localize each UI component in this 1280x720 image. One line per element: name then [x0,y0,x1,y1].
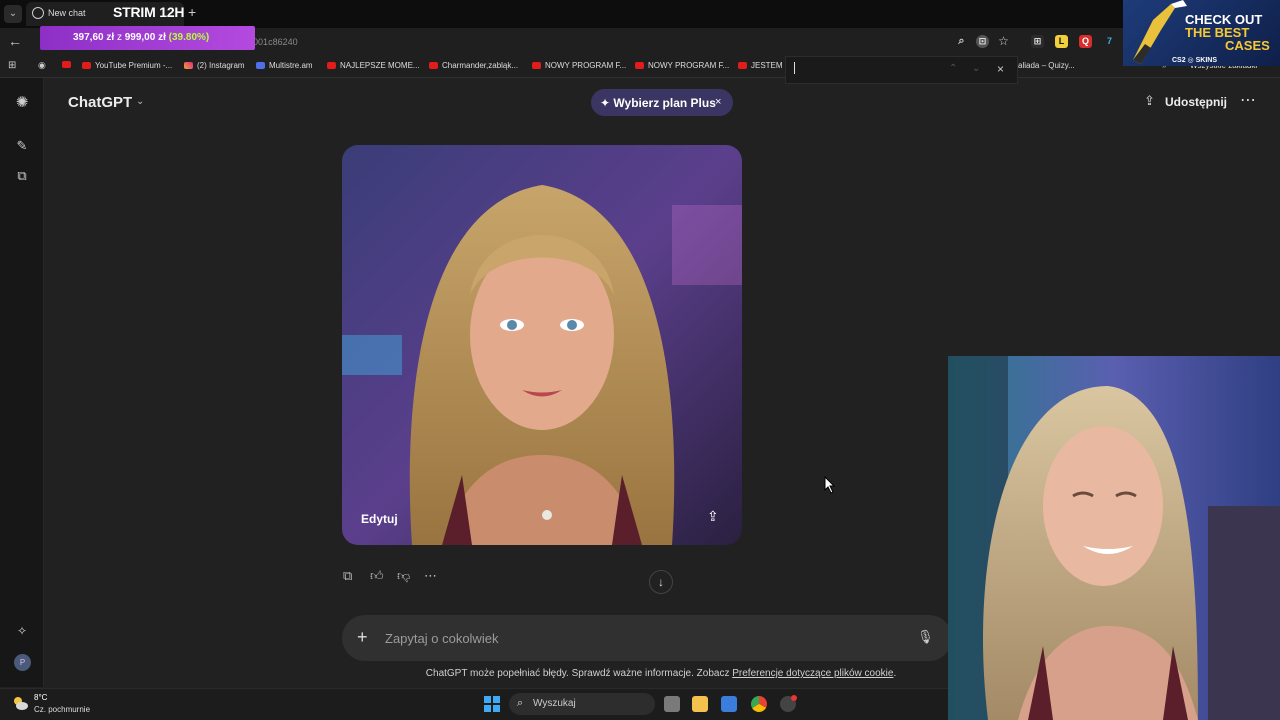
youtube-icon [635,62,644,69]
find-next-icon[interactable]: ⌄ [972,63,980,74]
windows-taskbar [0,688,948,720]
tab-title: New chat [48,8,86,18]
stream-title-overlay: STRIM 12H [113,4,185,20]
sparkle-icon: ✦ [600,96,611,110]
chatgpt-favicon-icon [32,7,44,19]
weather-temperature[interactable]: 8°C [34,693,47,702]
extension-7tv-icon[interactable]: 7 [1103,35,1116,48]
bookmark-jestem[interactable]: JESTEM D [738,61,791,70]
bookmark-icon[interactable]: ◉ [38,60,46,71]
bookmark-multistre[interactable]: Multistre.am [256,61,313,70]
copy-icon[interactable]: ⧉ [343,568,352,584]
openai-logo-icon[interactable]: ✺ [12,93,32,113]
portrait-image [342,145,742,545]
tab-list-dropdown-icon[interactable]: ⌄ [4,5,22,23]
bookmark-youtube-premium[interactable]: YouTube Premium -... [82,61,172,70]
donation-of: z [116,32,122,43]
more-options-icon[interactable]: ⋯ [1240,90,1256,110]
webcam-overlay [948,356,1280,720]
image-share-icon[interactable]: ⇪ [707,508,719,525]
bookmark-quizy[interactable]: aliada – Quizy... [1018,61,1075,70]
search-icon: ⌕ [517,697,524,709]
library-icon[interactable]: ⧉ [12,166,32,186]
prompt-input[interactable] [385,629,905,647]
new-tab-button[interactable]: + [188,4,196,20]
find-caret [794,62,795,74]
windows-start-icon[interactable] [484,696,500,712]
youtube-bookmark-icon[interactable] [62,61,71,68]
disclaimer-suffix: . [893,668,897,679]
close-plus-pill-icon[interactable]: × [715,96,721,108]
donation-percent: (39.80%) [168,32,210,43]
youtube-icon [532,62,541,69]
bookmark-instagram[interactable]: (2) Instagram [184,61,245,70]
webcam-feed-image [948,356,1280,720]
upgrade-sparkle-icon[interactable]: ✧ [12,621,32,641]
task-view-icon[interactable] [664,696,680,712]
chrome-icon[interactable] [751,696,767,712]
install-app-icon[interactable]: ⊡ [976,35,989,48]
youtube-icon [327,62,336,69]
notification-badge [791,695,797,701]
thumbs-up-icon[interactable]: 👍︎ [370,568,384,584]
back-arrow-icon[interactable]: ← [8,33,22,49]
model-selector-title[interactable]: ChatGPT [68,94,132,111]
disclaimer-text: ChatGPT może popełniać błędy. Sprawdź wa… [425,668,733,679]
thumbs-down-icon[interactable]: 👎︎ [397,568,410,584]
taskbar-search-box[interactable] [509,693,655,715]
file-explorer-icon[interactable] [692,696,708,712]
extension-twitch-icon[interactable]: ⊞ [1031,35,1044,48]
instagram-icon [184,62,193,69]
mouse-cursor-icon [824,476,836,494]
bookmark-nowy-program-2[interactable]: NOWY PROGRAM F... [635,61,729,70]
youtube-icon [738,62,747,69]
youtube-icon [82,62,91,69]
donation-goal-text: 397,60 zł z 999,00 zł (39.80%) [73,32,209,43]
generated-image[interactable] [342,145,742,545]
scroll-down-arrow-icon[interactable]: ↓ [649,570,673,594]
bookmark-nowy-program-1[interactable]: NOWY PROGRAM F... [532,61,626,70]
multistre-icon [256,62,265,69]
ad-line-3: CASES [1225,38,1270,53]
upgrade-plus-label[interactable]: ✦ Wybierz plan Plus [600,96,716,110]
bookmark-najlepsze[interactable]: NAJLEPSZE MOME... [327,61,420,70]
find-close-icon[interactable]: × [997,62,1004,76]
store-icon[interactable] [721,696,737,712]
cookie-preferences-link[interactable]: Preferencje dotyczące plików cookie [732,668,893,679]
microphone-icon[interactable]: 🎙︎ [917,629,934,645]
extension-red-icon[interactable]: Q [1079,35,1092,48]
bookmark-charmander[interactable]: Charmander,zabląk... [429,61,518,70]
apps-grid-icon[interactable]: ⊞ [8,60,16,71]
taskbar-search-label: Wyszukaj [533,698,576,709]
bookmark-star-icon[interactable]: ☆ [997,35,1010,48]
ad-brand: CS2 ◎ SKINS [1172,57,1218,64]
find-prev-icon[interactable]: ⌃ [949,63,957,74]
chevron-down-icon[interactable]: ⌄ [136,96,144,107]
edit-image-button[interactable]: Edytuj [361,512,398,526]
donation-amount: 397,60 zł [73,32,115,43]
new-chat-icon[interactable]: ✎ [12,136,32,156]
cloudy-weather-icon[interactable] [12,695,28,711]
donation-goal: 999,00 zł [124,32,166,43]
find-in-page-box[interactable] [785,56,1018,84]
weather-description[interactable]: Cz. pochmurnie [34,705,90,714]
extension-yellow-icon[interactable]: L [1055,35,1068,48]
share-upload-icon[interactable]: ⇪ [1144,93,1155,109]
youtube-icon [429,62,438,69]
attach-plus-icon[interactable]: + [357,627,368,648]
share-button[interactable]: Udostępnij [1165,95,1227,109]
zoom-icon[interactable]: ⌕ [955,35,968,48]
more-actions-icon[interactable]: ⋯ [424,568,437,584]
